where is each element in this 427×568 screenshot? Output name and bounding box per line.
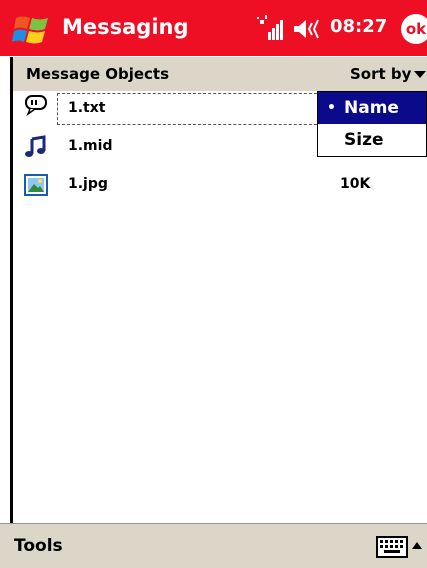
music-note-icon bbox=[25, 135, 46, 157]
list-item[interactable]: 1.jpg 10K bbox=[10, 167, 427, 203]
menu-bar: Tools bbox=[0, 523, 427, 568]
window-left-border bbox=[10, 57, 13, 523]
item-size: 10K bbox=[340, 176, 371, 192]
sort-menu: • Name Size bbox=[317, 91, 427, 157]
ok-button[interactable]: ok bbox=[401, 14, 427, 44]
sort-option-label: Size bbox=[344, 130, 384, 150]
input-panel-arrow-icon[interactable] bbox=[412, 542, 422, 549]
tools-menu[interactable]: Tools bbox=[14, 536, 63, 556]
sort-option-size[interactable]: Size bbox=[318, 124, 426, 156]
title-bar: Messaging 08:27 ok bbox=[0, 0, 427, 56]
keyboard-icon[interactable] bbox=[376, 536, 408, 558]
sort-option-name[interactable]: • Name bbox=[318, 92, 426, 124]
sort-by-button[interactable]: Sort by bbox=[350, 65, 411, 83]
volume-icon[interactable] bbox=[292, 17, 326, 41]
list-header-label: Message Objects bbox=[26, 65, 170, 83]
item-name: 1.jpg bbox=[68, 176, 108, 192]
item-name: 1.txt bbox=[68, 100, 106, 116]
windows-start-icon[interactable] bbox=[12, 12, 52, 48]
selected-bullet: • bbox=[327, 100, 336, 116]
chevron-down-icon[interactable] bbox=[414, 71, 426, 78]
text-file-icon bbox=[25, 95, 47, 117]
app-title: Messaging bbox=[62, 15, 189, 39]
list-header: Message Objects Sort by bbox=[10, 57, 427, 91]
sort-option-label: Name bbox=[344, 98, 399, 118]
clock[interactable]: 08:27 bbox=[330, 16, 387, 37]
signal-icon[interactable] bbox=[256, 14, 284, 42]
image-file-icon bbox=[24, 174, 48, 196]
item-name: 1.mid bbox=[68, 138, 113, 154]
